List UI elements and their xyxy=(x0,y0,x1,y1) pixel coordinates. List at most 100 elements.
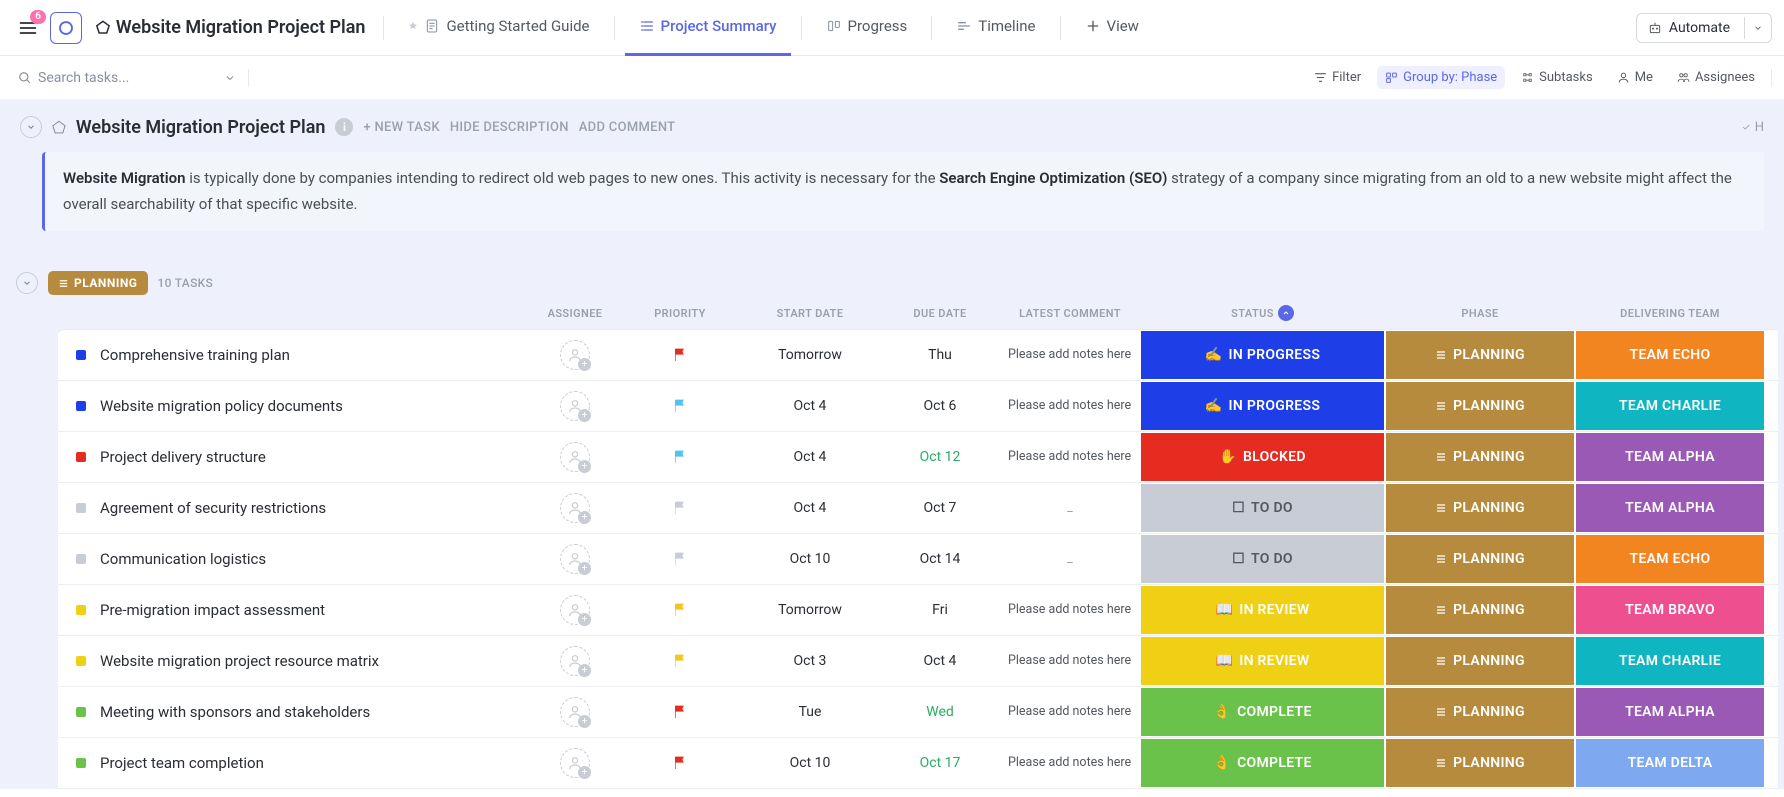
latest-comment-cell[interactable]: Please add notes here xyxy=(1000,381,1140,431)
task-name-cell[interactable]: Website migration policy documents xyxy=(58,381,530,431)
task-name-cell[interactable]: Agreement of security restrictions xyxy=(58,483,530,533)
team-cell[interactable]: TEAM CHARLIE xyxy=(1576,382,1764,430)
task-name-cell[interactable]: Comprehensive training plan xyxy=(58,330,530,380)
latest-comment-cell[interactable]: _ xyxy=(1000,483,1140,533)
assignee-cell[interactable]: + xyxy=(530,585,620,635)
search-input[interactable]: Search tasks... xyxy=(12,66,212,90)
phase-cell[interactable]: PLANNING xyxy=(1386,586,1574,634)
group-by-button[interactable]: Group by: Phase xyxy=(1377,66,1505,89)
priority-cell[interactable] xyxy=(620,381,740,431)
assignee-cell[interactable]: + xyxy=(530,483,620,533)
assignee-add[interactable]: + xyxy=(560,646,590,676)
assignee-add[interactable]: + xyxy=(560,391,590,421)
due-date-cell[interactable]: Fri xyxy=(880,585,1000,635)
start-date-cell[interactable]: Oct 3 xyxy=(740,636,880,686)
team-cell[interactable]: TEAM ALPHA xyxy=(1576,688,1764,736)
phase-cell[interactable]: PLANNING xyxy=(1386,382,1574,430)
priority-cell[interactable] xyxy=(620,687,740,737)
assignee-add[interactable]: + xyxy=(560,748,590,778)
description-text[interactable]: Website Migration is typically done by c… xyxy=(42,152,1764,231)
assignee-add[interactable]: + xyxy=(560,442,590,472)
tab-project-summary[interactable]: Project Summary xyxy=(625,0,791,56)
task-row[interactable]: Agreement of security restrictions + Oct… xyxy=(58,483,1778,534)
status-cell[interactable]: ✍️IN PROGRESS xyxy=(1141,331,1384,379)
assignee-cell[interactable]: + xyxy=(530,381,620,431)
task-row[interactable]: Communication logistics + Oct 10 Oct 14 … xyxy=(58,534,1778,585)
info-icon[interactable]: i xyxy=(335,118,353,136)
team-cell[interactable]: TEAM ECHO xyxy=(1576,331,1764,379)
phase-cell[interactable]: PLANNING xyxy=(1386,535,1574,583)
list-title[interactable]: Website Migration Project Plan xyxy=(76,117,326,138)
task-row[interactable]: Website migration project resource matri… xyxy=(58,636,1778,687)
status-cell[interactable]: 📖IN REVIEW xyxy=(1141,637,1384,685)
start-date-cell[interactable]: Oct 10 xyxy=(740,738,880,788)
latest-comment-cell[interactable]: Please add notes here xyxy=(1000,432,1140,482)
latest-comment-cell[interactable]: _ xyxy=(1000,534,1140,584)
col-due-date[interactable]: DUE DATE xyxy=(880,307,1000,320)
due-date-cell[interactable]: Wed xyxy=(880,687,1000,737)
task-row[interactable]: Comprehensive training plan + Tomorrow T… xyxy=(58,330,1778,381)
priority-cell[interactable] xyxy=(620,585,740,635)
assignee-add[interactable]: + xyxy=(560,544,590,574)
due-date-cell[interactable]: Thu xyxy=(880,330,1000,380)
start-date-cell[interactable]: Oct 10 xyxy=(740,534,880,584)
collapse-toggle[interactable] xyxy=(20,116,42,138)
task-name-cell[interactable]: Pre-migration impact assessment xyxy=(58,585,530,635)
team-cell[interactable]: TEAM ALPHA xyxy=(1576,484,1764,532)
group-name-pill[interactable]: PLANNING xyxy=(48,271,148,295)
team-cell[interactable]: TEAM BRAVO xyxy=(1576,586,1764,634)
due-date-cell[interactable]: Oct 6 xyxy=(880,381,1000,431)
priority-cell[interactable] xyxy=(620,483,740,533)
task-row[interactable]: Pre-migration impact assessment + Tomorr… xyxy=(58,585,1778,636)
search-dropdown[interactable] xyxy=(220,68,240,88)
assignee-cell[interactable]: + xyxy=(530,432,620,482)
latest-comment-cell[interactable]: Please add notes here xyxy=(1000,585,1140,635)
team-cell[interactable]: TEAM ECHO xyxy=(1576,535,1764,583)
team-cell[interactable]: TEAM ALPHA xyxy=(1576,433,1764,481)
due-date-cell[interactable]: Oct 17 xyxy=(880,738,1000,788)
task-row[interactable]: Website migration policy documents + Oct… xyxy=(58,381,1778,432)
phase-cell[interactable]: PLANNING xyxy=(1386,739,1574,787)
subtasks-button[interactable]: Subtasks xyxy=(1513,66,1601,89)
me-button[interactable]: Me xyxy=(1609,66,1661,89)
col-team[interactable]: DELIVERING TEAM xyxy=(1575,307,1765,320)
task-name-cell[interactable]: Communication logistics xyxy=(58,534,530,584)
phase-cell[interactable]: PLANNING xyxy=(1386,484,1574,532)
status-cell[interactable]: ☐TO DO xyxy=(1141,535,1384,583)
phase-cell[interactable]: PLANNING xyxy=(1386,331,1574,379)
assignee-add[interactable]: + xyxy=(560,595,590,625)
latest-comment-cell[interactable]: Please add notes here xyxy=(1000,636,1140,686)
task-name-cell[interactable]: Website migration project resource matri… xyxy=(58,636,530,686)
priority-cell[interactable] xyxy=(620,432,740,482)
automate-button[interactable]: Automate xyxy=(1637,14,1740,42)
assignee-cell[interactable]: + xyxy=(530,687,620,737)
start-date-cell[interactable]: Oct 4 xyxy=(740,483,880,533)
group-collapse-toggle[interactable] xyxy=(16,272,38,294)
assignee-cell[interactable]: + xyxy=(530,330,620,380)
priority-cell[interactable] xyxy=(620,330,740,380)
assignee-add[interactable]: + xyxy=(560,340,590,370)
start-date-cell[interactable]: Oct 4 xyxy=(740,432,880,482)
home-icon[interactable] xyxy=(50,12,82,44)
space-title[interactable]: ⬠ Website Migration Project Plan xyxy=(96,17,365,38)
latest-comment-cell[interactable]: Please add notes here xyxy=(1000,687,1140,737)
start-date-cell[interactable]: Tomorrow xyxy=(740,330,880,380)
assignee-cell[interactable]: + xyxy=(530,738,620,788)
start-date-cell[interactable]: Oct 4 xyxy=(740,381,880,431)
add-comment-button[interactable]: ADD COMMENT xyxy=(579,120,676,135)
phase-cell[interactable]: PLANNING xyxy=(1386,688,1574,736)
due-date-cell[interactable]: Oct 12 xyxy=(880,432,1000,482)
new-task-button[interactable]: + NEW TASK xyxy=(363,120,439,135)
task-name-cell[interactable]: Project delivery structure xyxy=(58,432,530,482)
col-start-date[interactable]: START DATE xyxy=(740,307,880,320)
status-cell[interactable]: ☐TO DO xyxy=(1141,484,1384,532)
task-row[interactable]: Meeting with sponsors and stakeholders +… xyxy=(58,687,1778,738)
collapse-right[interactable]: H xyxy=(1741,120,1764,135)
status-cell[interactable]: ✋BLOCKED xyxy=(1141,433,1384,481)
col-priority[interactable]: PRIORITY xyxy=(620,307,740,320)
tab-progress[interactable]: Progress xyxy=(812,0,922,56)
task-row[interactable]: Project delivery structure + Oct 4 Oct 1… xyxy=(58,432,1778,483)
status-cell[interactable]: 👌COMPLETE xyxy=(1141,688,1384,736)
col-phase[interactable]: PHASE xyxy=(1385,307,1575,320)
due-date-cell[interactable]: Oct 7 xyxy=(880,483,1000,533)
